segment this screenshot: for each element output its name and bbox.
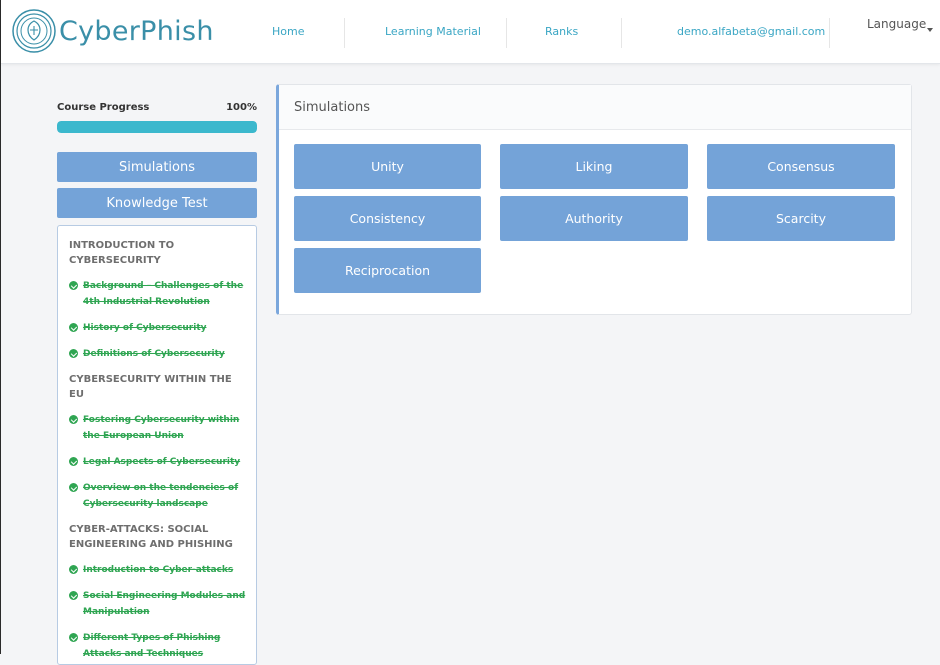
toc-section-title: CYBERSECURITY WITHIN THE EU	[69, 374, 232, 400]
toc-lesson-link[interactable]: Definitions of Cybersecurity	[69, 346, 246, 362]
toc-lesson-label: Definitions of Cybersecurity	[83, 349, 225, 359]
simulations-grid: Unity Liking Consensus Consistency Authority…	[294, 144, 895, 293]
nav-divider	[344, 18, 345, 48]
toc-lesson-label: History of Cybersecurity	[83, 323, 207, 333]
logo[interactable]: CyberPhish	[11, 8, 214, 54]
toc-lesson-label: Overview on the tendencies of Cybersecur…	[83, 483, 239, 509]
toc-lesson-link[interactable]: Different Types of Phishing Attacks and …	[69, 630, 246, 662]
simulation-button-scarcity[interactable]: Scarcity	[707, 196, 895, 241]
toc-lesson-label: Social Engineering Modules and Manipulat…	[83, 591, 246, 617]
simulation-button-unity[interactable]: Unity	[294, 144, 481, 189]
language-dropdown[interactable]: Language	[867, 0, 926, 55]
toc-lesson-link[interactable]: Background – Challenges of the 4th Indus…	[69, 278, 246, 310]
simulation-button-consensus[interactable]: Consensus	[707, 144, 895, 189]
toc-lesson-link[interactable]: Overview on the tendencies of Cybersecur…	[69, 480, 246, 512]
nav-home[interactable]: Home	[272, 0, 304, 63]
course-contents-list: INTRODUCTION TO CYBERSECURITY Background …	[57, 225, 257, 665]
course-progress-percent: 100%	[226, 102, 257, 113]
course-progress-fill	[57, 121, 257, 133]
simulation-button-liking[interactable]: Liking	[500, 144, 688, 189]
toc-lesson-link[interactable]: Legal Aspects of Cybersecurity	[69, 454, 246, 470]
toc-section-title: INTRODUCTION TO CYBERSECURITY	[69, 240, 175, 266]
toc-section-title: CYBER-ATTACKS: SOCIAL ENGINEERING AND PH…	[69, 524, 233, 550]
simulations-card: Simulations Unity Liking Consensus Consiste…	[276, 84, 912, 315]
nav-user-email[interactable]: demo.alfabeta@gmail.com	[677, 0, 825, 63]
toc-lesson-link[interactable]: Introduction to Cyber-attacks	[69, 562, 246, 578]
check-circle-icon	[69, 483, 78, 492]
nav-divider	[829, 18, 830, 48]
course-progress-bar	[57, 121, 257, 133]
check-circle-icon	[69, 591, 78, 600]
nav-ranks[interactable]: Ranks	[545, 0, 578, 63]
nav-learning-material[interactable]: Learning Material	[385, 0, 481, 63]
cyberphish-logo-icon	[12, 9, 56, 53]
chevron-down-icon[interactable]	[927, 28, 933, 32]
nav-divider	[506, 18, 507, 48]
toc-lesson-link[interactable]: Social Engineering Modules and Manipulat…	[69, 588, 246, 620]
knowledge-test-button[interactable]: Knowledge Test	[57, 188, 257, 218]
nav-divider	[621, 18, 622, 48]
toc-lesson-label: Background – Challenges of the 4th Indus…	[83, 281, 244, 307]
toc-lesson-label: Legal Aspects of Cybersecurity	[83, 457, 241, 467]
card-title: Simulations	[279, 85, 911, 130]
check-circle-icon	[69, 565, 78, 574]
top-navbar: CyberPhish Home Learning Material Ranks …	[1, 0, 940, 64]
check-circle-icon	[69, 415, 78, 424]
toc-lesson-label: Different Types of Phishing Attacks and …	[83, 633, 221, 659]
check-circle-icon	[69, 457, 78, 466]
toc-lesson-link[interactable]: History of Cybersecurity	[69, 320, 246, 336]
check-circle-icon	[69, 323, 78, 332]
simulation-button-reciprocation[interactable]: Reciprocation	[294, 248, 481, 293]
simulation-button-authority[interactable]: Authority	[500, 196, 688, 241]
course-progress-header: Course Progress 100%	[57, 102, 257, 113]
logo-text: CyberPhish	[59, 15, 214, 47]
simulation-button-consistency[interactable]: Consistency	[294, 196, 481, 241]
check-circle-icon	[69, 349, 78, 358]
toc-lesson-link[interactable]: Fostering Cybersecurity within the Europ…	[69, 412, 246, 444]
course-progress-label: Course Progress	[57, 102, 150, 113]
sidebar: Course Progress 100% Simulations Knowled…	[57, 95, 257, 665]
toc-lesson-label: Introduction to Cyber-attacks	[83, 565, 234, 575]
check-circle-icon	[69, 633, 78, 642]
check-circle-icon	[69, 281, 78, 290]
toc-lesson-label: Fostering Cybersecurity within the Europ…	[83, 415, 240, 441]
simulations-button[interactable]: Simulations	[57, 152, 257, 182]
